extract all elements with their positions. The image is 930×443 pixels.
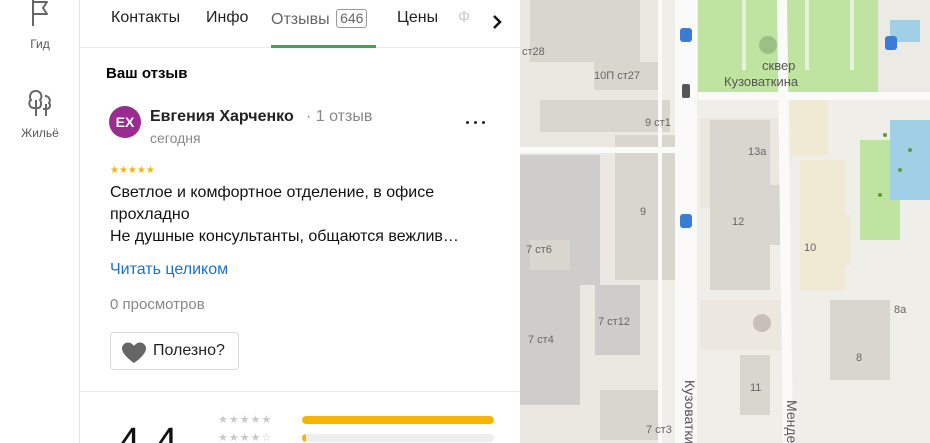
map-park-label: сквер (762, 58, 796, 73)
useful-button-label: Полезно? (153, 342, 225, 359)
map-park-label: Кузоваткина (724, 74, 799, 89)
map-canvas (520, 0, 930, 443)
map-view[interactable]: ст28 10П ст27 9 ст1 9 7 ст6 7 ст12 7 ст4… (520, 0, 930, 443)
map-building-label: 7 ст12 (598, 316, 630, 328)
rating-row-fill (302, 434, 306, 442)
chevron-right-icon (493, 15, 502, 29)
avatar[interactable]: ЕХ (109, 106, 141, 138)
map-building-label: 8 (856, 352, 863, 364)
views-count: 0 просмотров (110, 296, 205, 313)
rating-row-bar (302, 434, 494, 442)
review-text: Светлое и комфортное отделение, в офисе … (110, 182, 500, 248)
dot (482, 121, 485, 124)
place-panel: Контакты Инфо Отзывы 646 Цены Ф Ваш отзы… (80, 0, 520, 443)
rail-item-housing[interactable]: Жильё (0, 88, 80, 140)
left-rail: Гид Жильё (0, 0, 80, 443)
tab-reviews-label: Отзывы (271, 11, 330, 28)
read-more-link[interactable]: Читать целиком (110, 261, 228, 279)
dot (474, 121, 477, 124)
rail-item-guide[interactable]: Гид (0, 0, 80, 51)
app-window: Гид Жильё Контакты Инфо Отзывы 646 Цены … (0, 0, 930, 443)
rating-row-stars: ★★★★☆ (218, 432, 273, 443)
rating-row-stars: ★★★★★ (218, 414, 273, 426)
map-building-label: ст28 (522, 46, 545, 58)
tab-prices[interactable]: Цены (397, 9, 438, 27)
map-building-label: 9 (640, 206, 647, 218)
review-more-button[interactable] (460, 108, 492, 136)
review-text-line: прохладно (110, 206, 190, 223)
dot (466, 121, 469, 124)
tab-overflow-fade: Ф (458, 9, 471, 26)
review-text-line: Не душные консультанты, общаются вежлив… (110, 228, 459, 245)
flag-icon (32, 0, 48, 26)
map-building-label: 8а (894, 304, 907, 316)
map-building-label: 13а (748, 146, 767, 158)
review-star-rating: ★★★★★ (110, 165, 155, 176)
tab-bar: Контакты Инфо Отзывы 646 Цены Ф (80, 0, 520, 48)
review-author-count: · 1 отзыв (306, 108, 373, 125)
your-review-heading: Ваш отзыв (106, 65, 188, 82)
overall-rating-value: 4.4 (118, 420, 180, 443)
map-building-label: 10П ст27 (594, 70, 640, 82)
tab-reviews[interactable]: Отзывы 646 (271, 9, 368, 29)
map-street-label: Менде (784, 400, 800, 443)
trees-icon (28, 89, 51, 116)
map-building-label: 9 ст1 (645, 117, 671, 129)
rail-item-label: Гид (30, 37, 50, 51)
review-date: сегодня (150, 130, 201, 146)
section-divider (80, 391, 520, 392)
map-building-label: 11 (750, 382, 762, 394)
map-building-label: 7 ст6 (526, 244, 552, 256)
active-tab-indicator (271, 45, 376, 48)
map-building-label: 12 (732, 216, 745, 228)
reviews-count-badge: 646 (336, 9, 368, 28)
rating-row-fill (302, 416, 494, 424)
rail-item-label: Жильё (21, 126, 59, 140)
review-author-name[interactable]: Евгения Харченко (150, 108, 294, 126)
review-text-line: Светлое и комфортное отделение, в офисе (110, 184, 435, 201)
useful-button[interactable]: Полезно? (110, 332, 239, 370)
map-building-label: 7 ст3 (646, 424, 672, 436)
map-building-label: 7 ст4 (528, 334, 554, 346)
map-street-label: Кузоваткина (682, 380, 698, 443)
heart-icon (122, 342, 146, 363)
tab-info[interactable]: Инфо (206, 9, 248, 27)
rating-row-bar (302, 416, 494, 424)
tab-contacts[interactable]: Контакты (111, 9, 180, 27)
tabs-scroll-right-button[interactable] (480, 8, 512, 36)
map-building-label: 10 (804, 242, 817, 254)
